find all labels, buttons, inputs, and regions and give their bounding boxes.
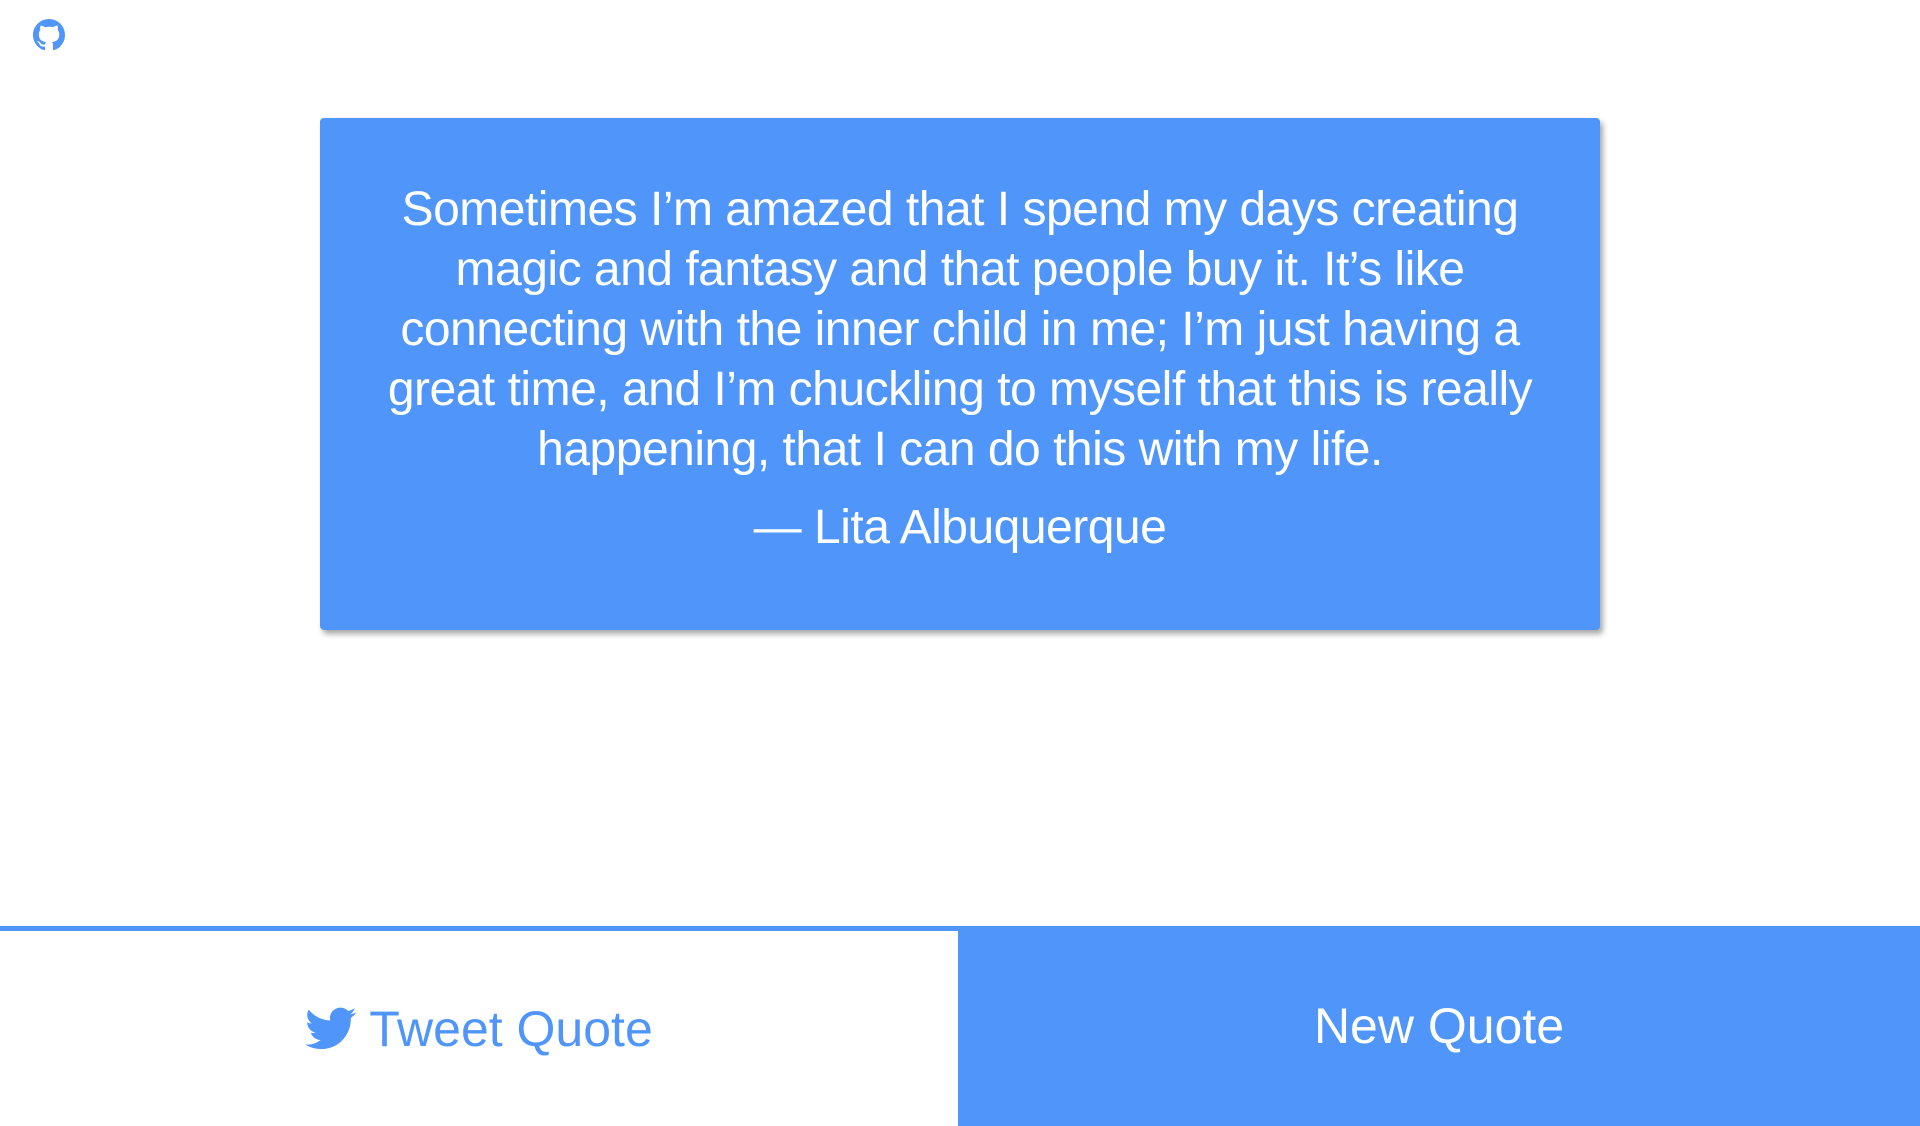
github-link[interactable] xyxy=(33,19,65,51)
quote-card: Sometimes I’m amazed that I spend my day… xyxy=(320,118,1600,630)
twitter-bird-icon xyxy=(305,1007,357,1051)
tweet-quote-label: Tweet Quote xyxy=(369,1000,653,1057)
quote-text: Sometimes I’m amazed that I spend my day… xyxy=(387,183,1533,476)
new-quote-label: New Quote xyxy=(1313,998,1565,1054)
quote-author: — Lita Albuquerque xyxy=(753,501,1167,554)
new-quote-button[interactable]: New Quote xyxy=(958,926,1920,1126)
github-icon xyxy=(33,19,65,51)
tweet-quote-button[interactable]: Tweet Quote xyxy=(0,926,958,1126)
action-bar: Tweet Quote New Quote xyxy=(0,926,1920,1126)
